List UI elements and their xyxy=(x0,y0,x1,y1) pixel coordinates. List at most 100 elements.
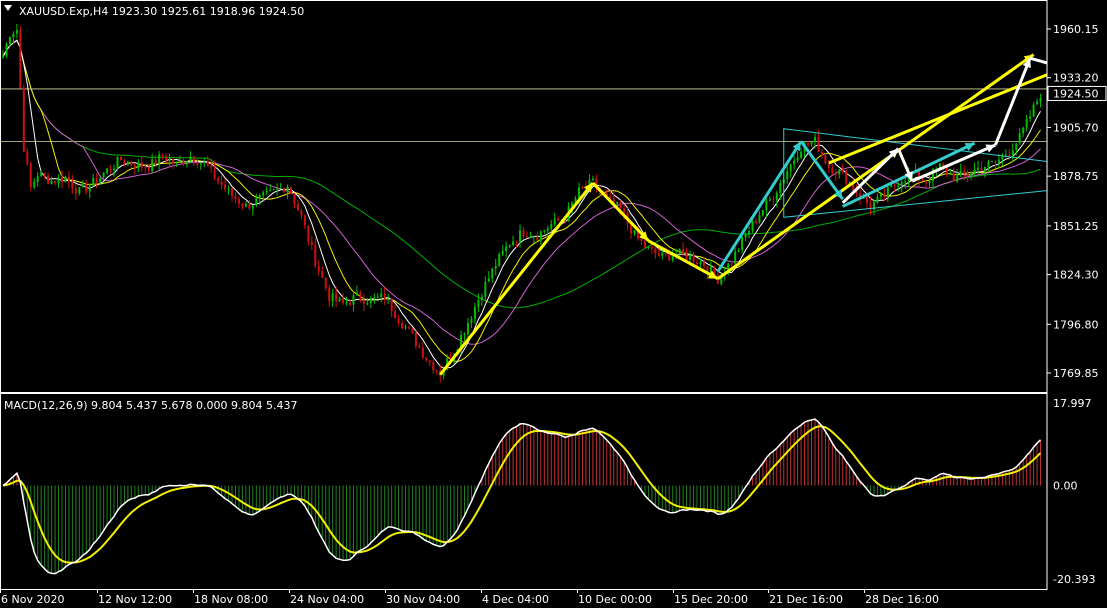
candle-body xyxy=(92,177,95,186)
candle-body xyxy=(890,185,893,188)
candle-body xyxy=(813,137,816,143)
candle-body xyxy=(380,293,383,297)
dropdown-triangle-icon[interactable] xyxy=(4,5,12,11)
candle-body xyxy=(74,188,77,194)
candle-body xyxy=(734,251,737,264)
candle-body xyxy=(151,159,154,172)
candle-body xyxy=(262,192,265,196)
candle-body xyxy=(623,208,626,213)
candle-body xyxy=(515,241,518,243)
candle-body xyxy=(984,166,987,171)
candle-body xyxy=(748,231,751,235)
yellow-arrow-4 xyxy=(716,53,1035,280)
candle-body xyxy=(487,278,490,282)
candle-body xyxy=(64,176,67,183)
candle-body xyxy=(800,151,803,158)
candle-body xyxy=(959,170,962,175)
candle-body xyxy=(241,203,244,207)
candle-body xyxy=(425,357,428,361)
candle-body xyxy=(470,318,473,324)
candle-body xyxy=(1039,97,1042,102)
macd-y-tick-label: -20.393 xyxy=(1053,573,1095,586)
candle-body xyxy=(949,173,952,175)
candle-body xyxy=(342,298,345,304)
x-tick-label: 10 Dec 00:00 xyxy=(578,593,652,606)
candle-body xyxy=(1022,127,1025,134)
candle-body xyxy=(19,29,22,88)
x-tick-label: 6 Nov 2020 xyxy=(1,593,64,606)
candle-body xyxy=(324,277,327,289)
candle-body xyxy=(682,249,685,254)
candle-body xyxy=(883,193,886,197)
candle-body xyxy=(199,162,202,165)
candle-body xyxy=(189,156,192,162)
candle-body xyxy=(945,167,948,175)
candle-body xyxy=(480,296,483,300)
candle-body xyxy=(963,170,966,174)
candle-body xyxy=(775,192,778,201)
yellow-arrow-1 xyxy=(439,181,595,376)
candle-body xyxy=(810,142,813,145)
candle-body xyxy=(227,188,230,190)
candle-body xyxy=(210,165,213,168)
candle-body xyxy=(529,236,532,238)
candle-body xyxy=(678,249,681,254)
candle-body xyxy=(394,311,397,319)
candle-body xyxy=(213,167,216,179)
candle-body xyxy=(328,288,331,302)
candle-body xyxy=(966,173,969,176)
candle-body xyxy=(397,318,400,324)
candle-body xyxy=(952,173,955,182)
candle-body xyxy=(925,180,928,184)
candle-body xyxy=(307,225,310,242)
candle-body xyxy=(730,263,733,265)
candle-body xyxy=(886,187,889,197)
white-arrow-4 xyxy=(994,57,1032,146)
candle-body xyxy=(970,173,973,176)
candle-body xyxy=(633,230,636,234)
candle-body xyxy=(126,161,129,164)
candle-body xyxy=(40,172,43,177)
candle-body xyxy=(761,210,764,216)
candle-body xyxy=(359,292,362,301)
candle-body xyxy=(123,160,126,164)
candle-body xyxy=(67,176,70,182)
candle-body xyxy=(154,159,157,165)
candle-body xyxy=(557,218,560,221)
candle-body xyxy=(820,151,823,156)
candle-body xyxy=(428,360,431,363)
candle-body xyxy=(47,175,50,184)
candle-body xyxy=(376,296,379,298)
x-tick-label: 12 Nov 12:00 xyxy=(98,593,172,606)
candle-body xyxy=(231,188,234,197)
candle-body xyxy=(1032,104,1035,117)
candle-body xyxy=(463,333,466,336)
candle-body xyxy=(956,174,959,182)
y-tick-label: 1905.70 xyxy=(1053,121,1099,134)
macd-y-tick-label: 17.997 xyxy=(1053,397,1092,410)
candle-body xyxy=(109,168,112,170)
candle-body xyxy=(314,244,317,267)
white-arrow-5 xyxy=(1029,56,1047,65)
symbol-header: XAUUSD.Exp,H4 1923.30 1925.61 1918.96 19… xyxy=(19,5,304,18)
candle-body xyxy=(362,300,365,304)
candle-body xyxy=(807,142,810,145)
macd-header: MACD(12,26,9) 9.804 5.437 5.678 0.000 9.… xyxy=(4,399,297,412)
macd-y-tick-label: 0.00 xyxy=(1053,480,1078,493)
candle-body xyxy=(29,163,32,188)
candle-body xyxy=(158,154,161,165)
candle-body xyxy=(619,202,622,209)
macd-panel-frame xyxy=(0,393,1048,590)
candle-body xyxy=(165,156,168,161)
candle-body xyxy=(591,178,594,181)
candle-body xyxy=(977,167,980,170)
candle-body xyxy=(536,236,539,241)
y-tick-label: 1796.80 xyxy=(1053,318,1099,331)
candle-body xyxy=(293,194,296,205)
candle-body xyxy=(15,29,18,34)
candle-body xyxy=(401,323,404,329)
candle-body xyxy=(300,210,303,216)
candle-body xyxy=(692,255,695,263)
candle-body xyxy=(796,157,799,161)
candle-body xyxy=(866,196,869,203)
